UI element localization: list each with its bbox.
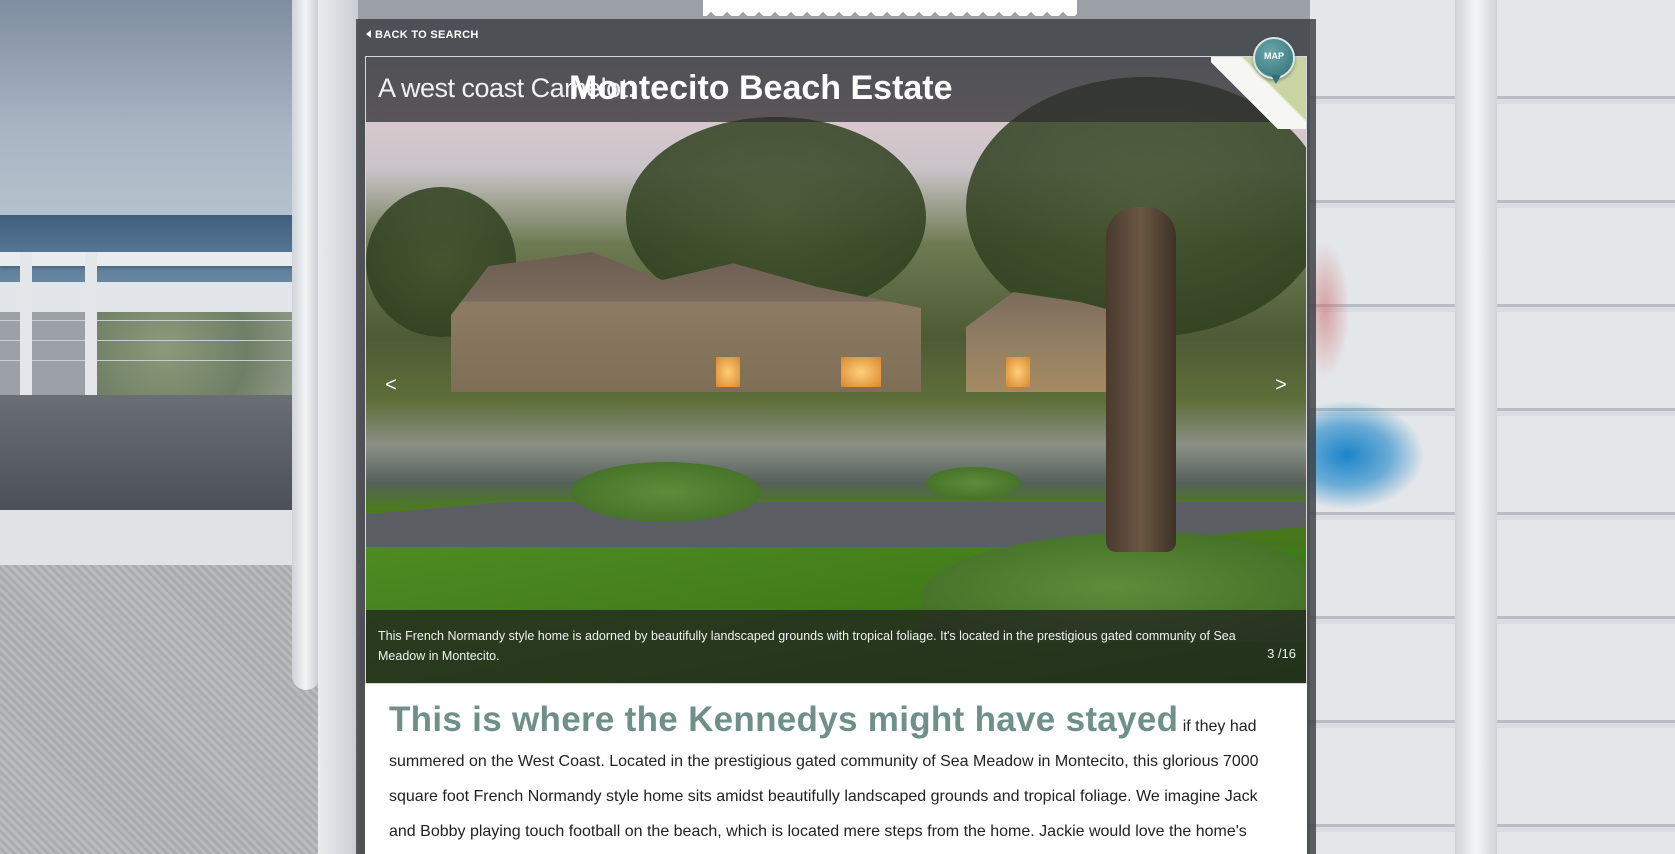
photo-window [841,357,881,387]
photo-counter: 3 /16 [1267,646,1296,661]
photo-window [716,357,740,387]
photo-caption: This French Normandy style home is adorn… [378,629,1236,663]
previous-photo-button[interactable]: < [374,365,408,405]
photo-hedge [571,462,761,522]
photo-hedge [926,467,1021,499]
photo-tree-trunk [1106,207,1176,552]
background-deck-edge [0,510,340,565]
background-deck [0,395,340,510]
page-title: Montecito Beach Estate [569,69,953,107]
caret-left-icon [366,30,371,38]
background-siding-column [1455,0,1497,854]
photo-caption-bar: This French Normandy style home is adorn… [366,610,1306,683]
listing-panel: BACK TO SEARCH A west coast Camelot: Mon… [356,19,1316,854]
photo-slideshow: A west coast Camelot: Montecito Beach Es… [365,56,1307,684]
back-to-search-link[interactable]: BACK TO SEARCH [366,29,479,41]
article-headline: This is where the Kennedys might have st… [389,700,1179,739]
background-rail [0,282,340,312]
background-wire [0,360,340,361]
background-wire [0,340,340,341]
back-to-search-label: BACK TO SEARCH [375,29,479,41]
map-label: MAP [1264,51,1284,61]
article-paragraph: This is where the Kennedys might have st… [365,684,1307,849]
background-wire [0,320,340,321]
background-sky [0,0,340,225]
photo-window [1006,357,1030,387]
background-downpipe [292,0,320,690]
article-body: This is where the Kennedys might have st… [365,684,1307,854]
next-photo-button[interactable]: > [1264,365,1298,405]
title-bar: A west coast Camelot: Montecito Beach Es… [366,57,1306,122]
background-rail [0,252,340,266]
map-pin-icon[interactable]: MAP [1253,37,1295,84]
zigzag-tab [703,0,1077,16]
background-pillar [318,0,358,854]
